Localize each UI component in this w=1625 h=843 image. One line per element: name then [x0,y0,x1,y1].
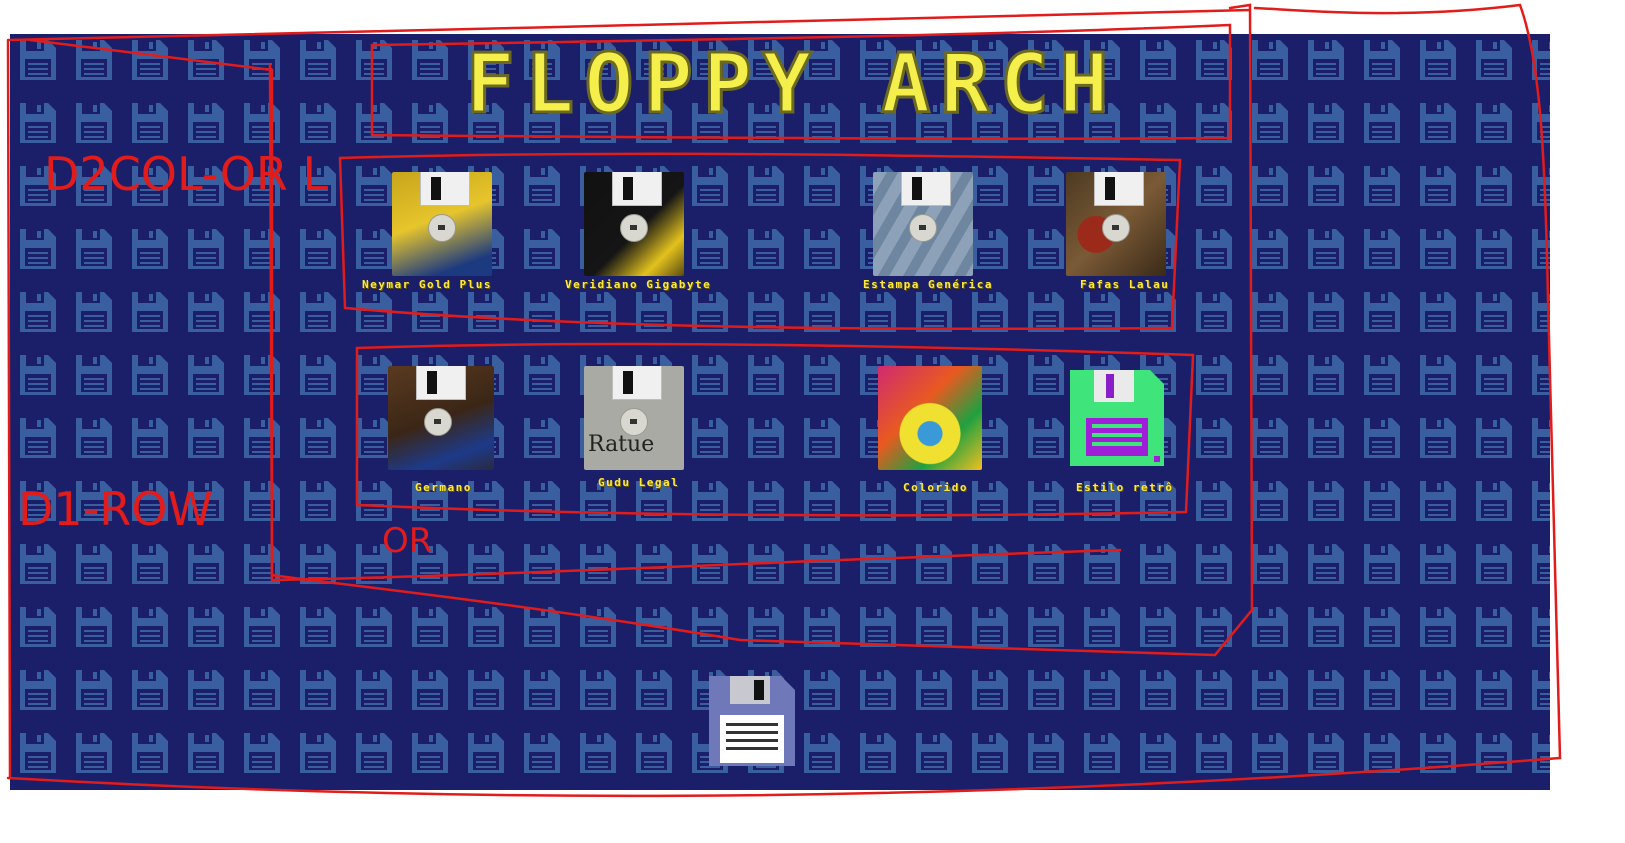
annotation-row-note: D1-ROW [18,482,213,536]
annotation-row2-note: OR [382,521,432,561]
annotation-overlay: D2COL-OR L D1-ROW OR [6,3,1562,798]
annotation-col-note: D2COL-OR L [44,147,329,201]
